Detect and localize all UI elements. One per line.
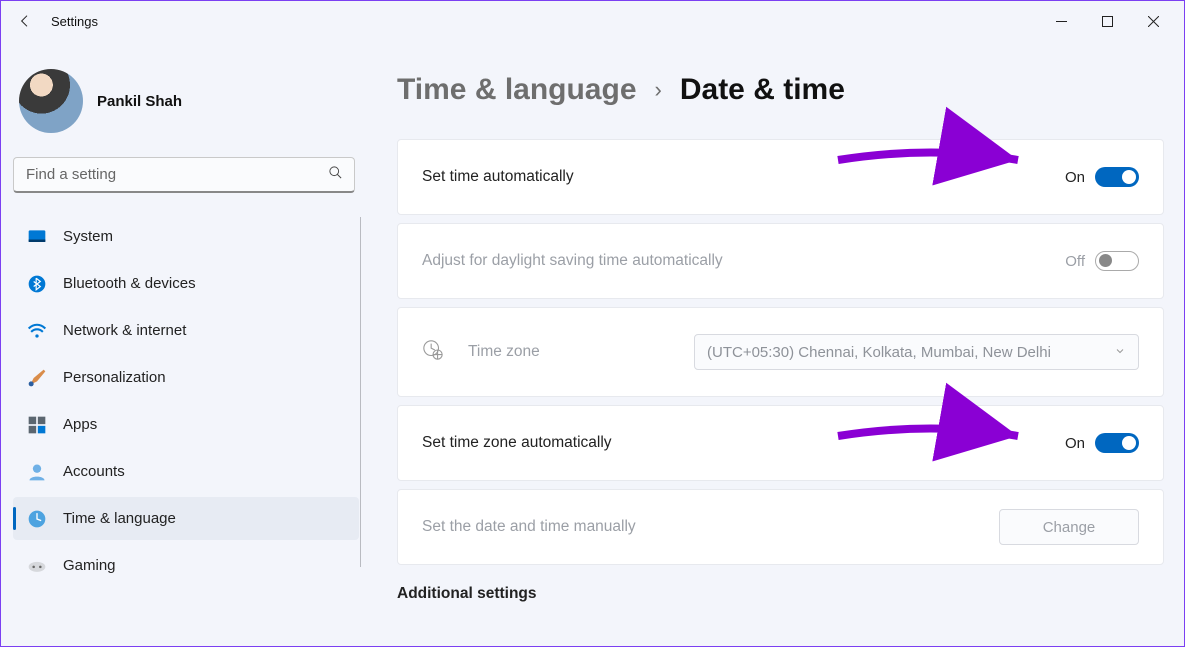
sidebar-item-network[interactable]: Network & internet [13, 309, 359, 352]
setting-timezone: Time zone (UTC+05:30) Chennai, Kolkata, … [397, 307, 1164, 397]
brush-icon [27, 368, 47, 388]
timezone-icon [422, 339, 444, 366]
sidebar-item-accounts[interactable]: Accounts [13, 450, 359, 493]
breadcrumb: Time & language › Date & time [397, 73, 1164, 107]
clock-globe-icon [27, 509, 47, 529]
profile-name[interactable]: Pankil Shah [97, 93, 182, 110]
sidebar-item-label: Accounts [63, 463, 125, 480]
app-title: Settings [51, 14, 98, 29]
chevron-right-icon: › [655, 77, 662, 103]
setting-label: Adjust for daylight saving time automati… [422, 252, 723, 270]
sidebar-item-gaming[interactable]: Gaming [13, 544, 359, 587]
sidebar-item-label: Time & language [63, 510, 176, 527]
avatar[interactable] [19, 69, 83, 133]
setting-label: Time zone [468, 343, 540, 361]
toggle-state-text: Off [1065, 253, 1085, 270]
setting-label: Set time automatically [422, 168, 574, 186]
search-icon [328, 165, 343, 185]
sidebar-item-label: Personalization [63, 369, 166, 386]
toggle-state-text: On [1065, 435, 1085, 452]
timezone-value: (UTC+05:30) Chennai, Kolkata, Mumbai, Ne… [707, 344, 1051, 361]
timezone-select[interactable]: (UTC+05:30) Chennai, Kolkata, Mumbai, Ne… [694, 334, 1139, 370]
wifi-icon [27, 321, 47, 341]
bluetooth-icon [27, 274, 47, 294]
toggle-set-tz-auto[interactable] [1095, 433, 1139, 453]
chevron-down-icon [1114, 344, 1126, 361]
page-title: Date & time [680, 73, 845, 107]
back-button[interactable] [9, 5, 41, 37]
sidebar-item-personalization[interactable]: Personalization [13, 356, 359, 399]
maximize-button[interactable] [1084, 5, 1130, 37]
toggle-set-time-auto[interactable] [1095, 167, 1139, 187]
change-button-label: Change [1043, 519, 1096, 536]
section-additional-settings: Additional settings [397, 585, 1164, 603]
sidebar-item-label: System [63, 228, 113, 245]
toggle-state-text: On [1065, 169, 1085, 186]
person-icon [27, 462, 47, 482]
sidebar-item-bluetooth[interactable]: Bluetooth & devices [13, 262, 359, 305]
apps-icon [27, 415, 47, 435]
sidebar-item-system[interactable]: System [13, 215, 359, 258]
setting-dst-auto: Adjust for daylight saving time automati… [397, 223, 1164, 299]
gamepad-icon [27, 556, 47, 576]
search-input[interactable] [13, 157, 355, 193]
change-button[interactable]: Change [999, 509, 1139, 545]
setting-manual-datetime: Set the date and time manually Change [397, 489, 1164, 565]
toggle-dst-auto [1095, 251, 1139, 271]
close-button[interactable] [1130, 5, 1176, 37]
setting-label: Set the date and time manually [422, 518, 636, 536]
sidebar-item-label: Network & internet [63, 322, 186, 339]
sidebar-item-label: Bluetooth & devices [63, 275, 196, 292]
nav-divider [360, 217, 361, 567]
minimize-button[interactable] [1038, 5, 1084, 37]
system-icon [27, 227, 47, 247]
sidebar-item-label: Gaming [63, 557, 116, 574]
sidebar-item-time-language[interactable]: Time & language [13, 497, 359, 540]
sidebar-item-label: Apps [63, 416, 97, 433]
setting-set-tz-auto: Set time zone automatically On [397, 405, 1164, 481]
setting-set-time-auto: Set time automatically On [397, 139, 1164, 215]
sidebar-item-apps[interactable]: Apps [13, 403, 359, 446]
breadcrumb-parent[interactable]: Time & language [397, 73, 637, 107]
setting-label: Set time zone automatically [422, 434, 612, 452]
